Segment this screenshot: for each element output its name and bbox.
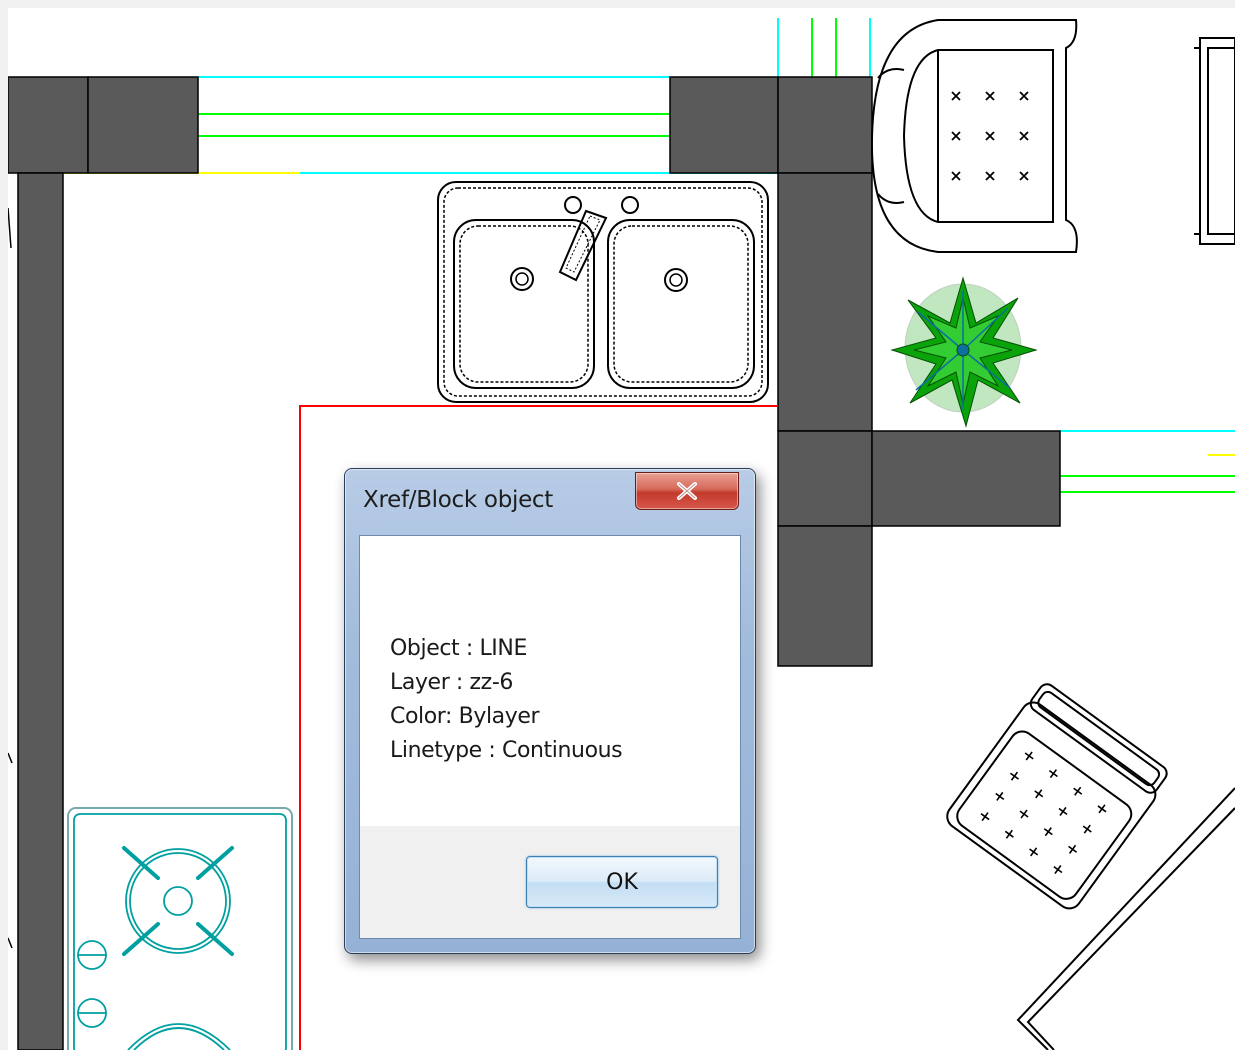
object-info: Object : LINE Layer : zz-6 Color: Bylaye… bbox=[390, 632, 623, 768]
ok-button[interactable]: OK bbox=[526, 856, 718, 908]
dialog-button-strip: OK bbox=[360, 826, 740, 938]
close-button[interactable] bbox=[635, 472, 739, 510]
close-icon bbox=[677, 482, 697, 500]
stove bbox=[67, 807, 293, 1050]
right-wall-lines bbox=[1060, 430, 1235, 493]
object-type-text: Object : LINE bbox=[390, 636, 527, 661]
xref-block-dialog: Xref/Block object Object : LINE Layer : … bbox=[344, 468, 756, 954]
dialog-title: Xref/Block object bbox=[363, 487, 553, 513]
right-edge-furniture bbox=[1194, 37, 1235, 245]
armchair bbox=[870, 19, 1078, 253]
cad-drawing-canvas[interactable]: Xref/Block object Object : LINE Layer : … bbox=[8, 8, 1235, 1050]
layer-text: Layer : zz-6 bbox=[390, 670, 513, 695]
dialog-body: Object : LINE Layer : zz-6 Color: Bylaye… bbox=[359, 535, 741, 939]
potted-plant bbox=[890, 276, 1038, 428]
color-text: Color: Bylayer bbox=[390, 704, 540, 729]
left-edge-marks bbox=[8, 207, 13, 949]
linetype-text: Linetype : Continuous bbox=[390, 738, 623, 763]
double-sink bbox=[437, 181, 769, 403]
chair bbox=[946, 683, 1168, 910]
